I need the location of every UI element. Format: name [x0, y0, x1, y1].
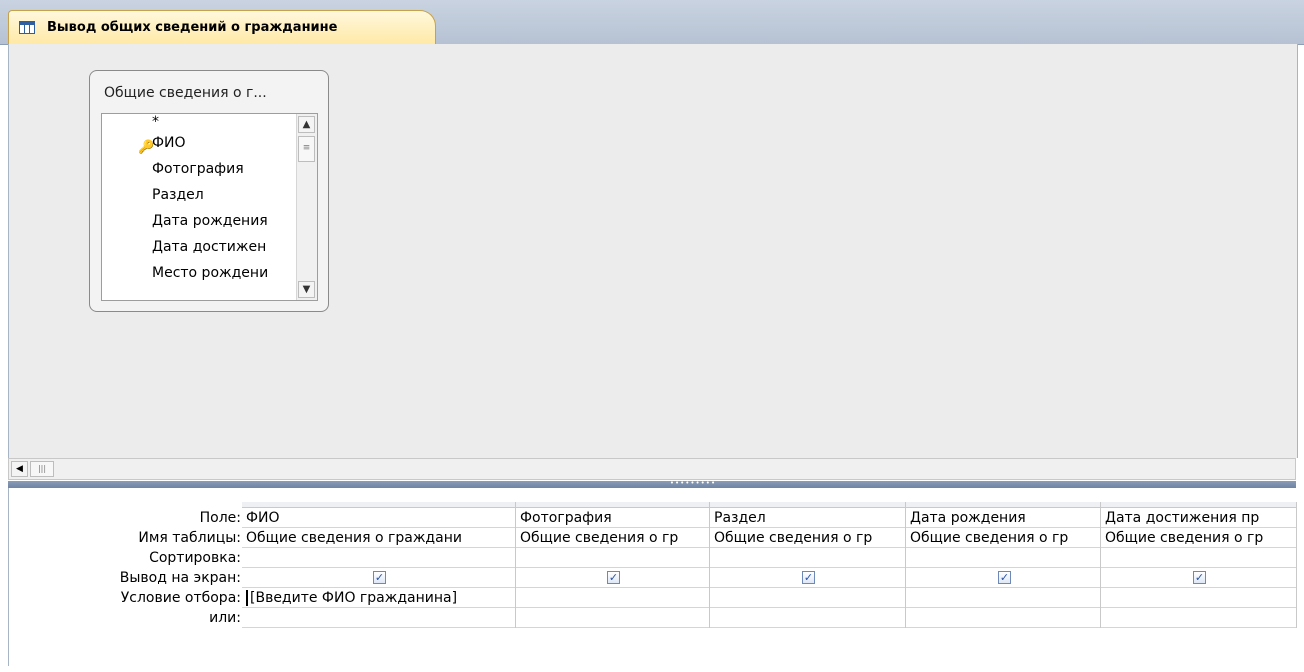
row-label-field: Поле:: [199, 510, 241, 526]
show-checkbox[interactable]: ✓: [1193, 571, 1206, 584]
show-checkbox[interactable]: ✓: [802, 571, 815, 584]
or-cell[interactable]: [710, 608, 905, 628]
field-cell[interactable]: Дата рождения: [906, 508, 1100, 528]
table-field-list-window[interactable]: Общие сведения о г... * 🔑 ФИО Фотография…: [89, 70, 329, 312]
table-field-list-title[interactable]: Общие сведения о г...: [104, 85, 267, 101]
show-checkbox[interactable]: ✓: [607, 571, 620, 584]
grid-row-labels: Поле: Имя таблицы: Сортировка: Вывод на …: [9, 508, 241, 628]
row-label-criteria: Условие отбора:: [120, 590, 241, 606]
or-cell[interactable]: [906, 608, 1100, 628]
table-cell[interactable]: Общие сведения о гр: [906, 528, 1100, 548]
criteria-cell[interactable]: [1101, 588, 1296, 608]
scroll-thumb[interactable]: ≡: [298, 136, 315, 162]
table-design-pane[interactable]: Общие сведения о г... * 🔑 ФИО Фотография…: [8, 44, 1298, 458]
row-label-or: или:: [209, 610, 241, 626]
design-pane-horizontal-scrollbar[interactable]: ◀ |||: [8, 458, 1296, 480]
criteria-cell[interactable]: [906, 588, 1100, 608]
sort-cell[interactable]: [1101, 548, 1296, 568]
query-tab-title: Вывод общих сведений о гражданине: [47, 20, 338, 35]
sort-cell[interactable]: [710, 548, 905, 568]
field-cell[interactable]: Раздел: [710, 508, 905, 528]
field-item-all[interactable]: *: [102, 114, 268, 130]
scroll-left-icon[interactable]: ◀: [11, 461, 28, 477]
field-cell[interactable]: Дата достижения пр: [1101, 508, 1296, 528]
criteria-cell[interactable]: [Введите ФИО гражданина]: [242, 588, 515, 608]
grid-column: Дата достижения пр Общие сведения о гр ✓: [1101, 508, 1297, 628]
criteria-text: [Введите ФИО гражданина]: [246, 590, 458, 606]
or-cell[interactable]: [242, 608, 515, 628]
grid-column: ФИО Общие сведения о граждани ✓ [Введите ФИ…: [242, 508, 516, 628]
field-item-achievement-date[interactable]: Дата достижен: [102, 234, 268, 260]
table-cell[interactable]: Общие сведения о граждани: [242, 528, 515, 548]
or-cell[interactable]: [1101, 608, 1296, 628]
table-cell[interactable]: Общие сведения о гр: [1101, 528, 1296, 548]
show-cell[interactable]: ✓: [906, 568, 1100, 588]
field-item-birthdate[interactable]: Дата рождения: [102, 208, 268, 234]
sort-cell[interactable]: [516, 548, 709, 568]
grid-columns: ФИО Общие сведения о граждани ✓ [Введите ФИ…: [242, 502, 1302, 672]
sort-cell[interactable]: [906, 548, 1100, 568]
sort-cell[interactable]: [242, 548, 515, 568]
scroll-up-icon[interactable]: ▲: [298, 116, 315, 133]
show-cell[interactable]: ✓: [242, 568, 515, 588]
table-cell[interactable]: Общие сведения о гр: [710, 528, 905, 548]
grid-column: Фотография Общие сведения о гр ✓: [516, 508, 710, 628]
field-cell[interactable]: ФИО: [242, 508, 515, 528]
show-cell[interactable]: ✓: [710, 568, 905, 588]
show-cell[interactable]: ✓: [1101, 568, 1296, 588]
row-label-show: Вывод на экран:: [119, 570, 241, 586]
scroll-down-icon[interactable]: ▼: [298, 281, 315, 298]
splitter-grip-icon[interactable]: •••••••••: [663, 480, 723, 488]
field-item-fio[interactable]: 🔑 ФИО: [102, 130, 268, 156]
table-cell[interactable]: Общие сведения о гр: [516, 528, 709, 548]
grid-column: Раздел Общие сведения о гр ✓: [710, 508, 906, 628]
or-cell[interactable]: [516, 608, 709, 628]
field-list[interactable]: * 🔑 ФИО Фотография Раздел Дата рождения …: [101, 113, 318, 301]
criteria-cell[interactable]: [710, 588, 905, 608]
field-item-section[interactable]: Раздел: [102, 182, 268, 208]
field-item-photo[interactable]: Фотография: [102, 156, 268, 182]
query-design-grid: Поле: Имя таблицы: Сортировка: Вывод на …: [8, 488, 1297, 666]
field-list-scrollbar[interactable]: ▲ ≡ ▼: [296, 114, 317, 300]
query-tab[interactable]: Вывод общих сведений о гражданине: [8, 10, 436, 44]
pane-splitter[interactable]: •••••••••: [8, 480, 1296, 488]
field-cell[interactable]: Фотография: [516, 508, 709, 528]
show-checkbox[interactable]: ✓: [998, 571, 1011, 584]
criteria-cell[interactable]: [516, 588, 709, 608]
show-checkbox[interactable]: ✓: [373, 571, 386, 584]
show-cell[interactable]: ✓: [516, 568, 709, 588]
row-label-sort: Сортировка:: [149, 550, 241, 566]
grid-column: Дата рождения Общие сведения о гр ✓: [906, 508, 1101, 628]
row-label-table: Имя таблицы:: [138, 530, 241, 546]
field-item-birthplace[interactable]: Место рождени: [102, 260, 268, 286]
horizontal-scroll-thumb[interactable]: |||: [30, 461, 54, 477]
query-table-icon: [19, 20, 37, 35]
document-tab-bar: Вывод общих сведений о гражданине: [0, 0, 1304, 45]
